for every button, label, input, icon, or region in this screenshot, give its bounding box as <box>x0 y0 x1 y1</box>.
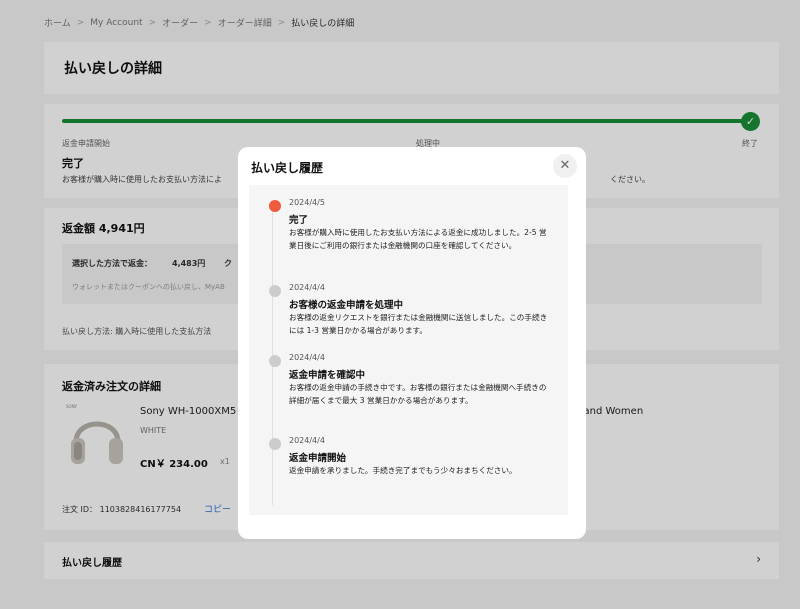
timeline-date: 2024/4/5 <box>289 198 325 207</box>
timeline-heading: 返金申請を確認中 <box>289 370 366 381</box>
timeline-heading: お客様の返金申請を処理中 <box>289 300 404 311</box>
timeline-text: お客様の返金リクエストを銀行または金融機関に送信しました。この手続きには 1-3… <box>289 313 548 335</box>
status-dot <box>269 355 281 367</box>
modal-title: 払い戻し履歴 <box>251 161 324 175</box>
status-dot-active <box>269 200 281 212</box>
close-icon[interactable]: ✕ <box>553 154 577 178</box>
timeline-date: 2024/4/4 <box>289 353 325 362</box>
timeline-text: お客様の返金申請の手続き中です。お客様の銀行または金融機関へ手続きの詳細が届くま… <box>289 383 547 405</box>
timeline-text: 返金申請を承りました。手続き完了までもう少々おまちください。 <box>289 466 517 475</box>
timeline: 2024/4/5 完了 お客様が購入時に使用したお支払い方法による返金に成功しま… <box>249 185 574 515</box>
timeline-text: お客様が購入時に使用したお支払い方法による返金に成功しました。2-5 営業日後に… <box>289 228 547 250</box>
timeline-heading: 完了 <box>289 215 309 226</box>
timeline-date: 2024/4/4 <box>289 283 325 292</box>
refund-history-modal: 払い戻し履歴 ✕ 2024/4/5 完了 お客様が購入時に使用したお支払い方法に… <box>238 147 586 539</box>
status-dot <box>269 438 281 450</box>
status-dot <box>269 285 281 297</box>
timeline-date: 2024/4/4 <box>289 436 325 445</box>
timeline-heading: 返金申請開始 <box>289 453 347 464</box>
